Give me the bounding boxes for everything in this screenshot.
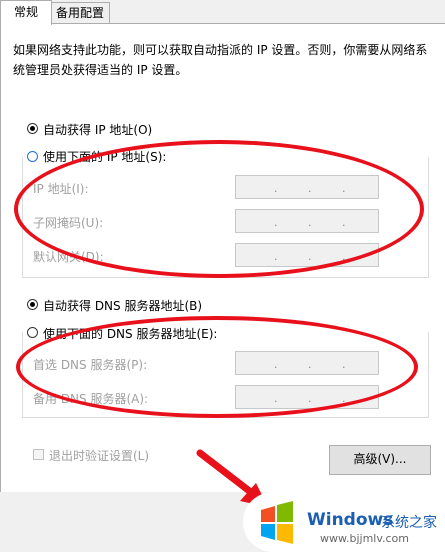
intro-text: 如果网络支持此功能，则可以获取自动指派的 IP 设置。否则，你需要从网络系统管理… [13, 43, 428, 77]
annotation-oval-ip [14, 140, 424, 278]
ip-manual-radio[interactable] [27, 151, 38, 162]
advanced-button[interactable]: 高级(V)... [329, 445, 431, 475]
ip-auto-radio[interactable] [27, 123, 38, 134]
dns-auto-label: 自动获得 DNS 服务器地址(B) [43, 299, 203, 313]
ip-auto-label: 自动获得 IP 地址(O) [43, 123, 153, 137]
validate-checkbox[interactable] [33, 449, 44, 460]
watermark-brand-cn: 系统之家 [381, 515, 437, 531]
dns-manual-radio[interactable] [27, 327, 38, 338]
annotation-oval-dns [16, 316, 418, 418]
validate-label: 退出时验证设置(L) [49, 449, 150, 463]
tab-alternate-config[interactable]: 备用配置 [50, 2, 110, 23]
watermark-url: www.bjjmlv.com [320, 532, 409, 545]
dns-auto-radio[interactable] [27, 299, 38, 310]
tab-alternate-config-label: 备用配置 [55, 6, 104, 20]
tab-general-label: 常规 [13, 5, 38, 19]
windows-logo-icon [261, 501, 293, 544]
tab-general[interactable]: 常规 [0, 0, 52, 25]
